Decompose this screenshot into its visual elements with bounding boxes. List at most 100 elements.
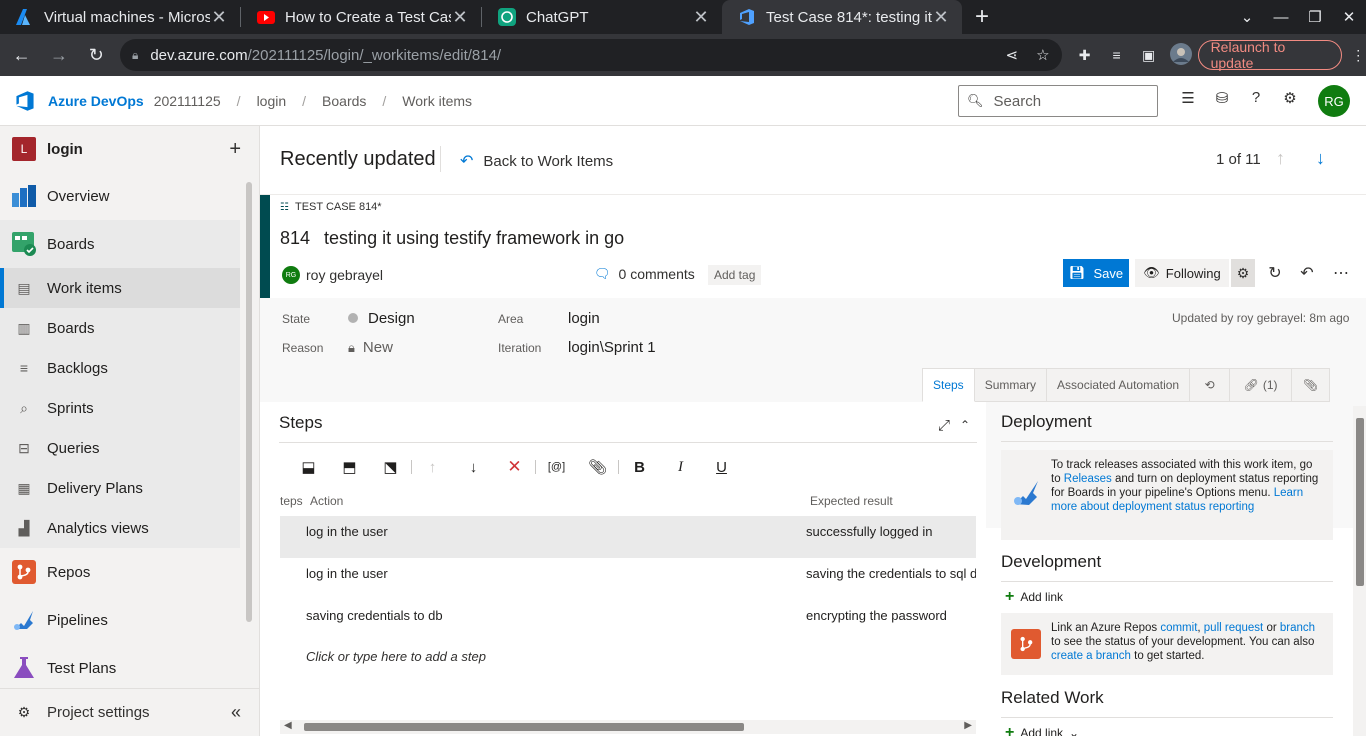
step-action[interactable]: log in the user: [306, 566, 388, 581]
close-icon[interactable]: ✕: [692, 7, 710, 28]
insert-step-icon[interactable]: ⬓: [288, 458, 329, 476]
star-icon[interactable]: ☆: [1036, 46, 1049, 64]
nav-item-work-items[interactable]: ▤ Work items: [0, 268, 240, 308]
browser-tab[interactable]: ChatGPT ✕: [482, 0, 722, 34]
breadcrumb-work-items[interactable]: Work items: [402, 93, 472, 109]
assigned-to[interactable]: RG roy gebrayel: [282, 266, 383, 284]
bold-icon[interactable]: B: [619, 459, 660, 476]
task-list-icon[interactable]: ☰: [1178, 89, 1198, 107]
area-value[interactable]: login: [568, 310, 600, 327]
undo-icon[interactable]: ↶: [1297, 263, 1317, 283]
insert-shared-steps-icon[interactable]: ⬒: [329, 458, 370, 476]
updated-by-text[interactable]: Updated by roy gebrayel: 8m ago: [1172, 311, 1349, 325]
marketplace-bag-icon[interactable]: ⛁: [1212, 89, 1232, 107]
new-tab-button[interactable]: +: [962, 0, 1002, 34]
browser-tab[interactable]: Virtual machines - Micros ✕: [0, 0, 240, 34]
create-branch-link[interactable]: create a branch: [1051, 650, 1131, 662]
move-down-icon[interactable]: ↓: [453, 459, 494, 476]
move-up-icon[interactable]: ↑: [412, 459, 453, 476]
browser-tab-active[interactable]: Test Case 814*: testing it u ✕: [722, 0, 962, 34]
insert-parameter-icon[interactable]: [@]: [536, 461, 577, 473]
share-icon[interactable]: ⋖: [1006, 46, 1019, 64]
reload-icon[interactable]: ↻: [81, 39, 112, 71]
step-action[interactable]: saving credentials to db: [306, 608, 443, 623]
delete-step-icon[interactable]: ✕: [494, 457, 535, 477]
scrollbar-thumb[interactable]: [1356, 418, 1364, 586]
branch-link[interactable]: branch: [1280, 622, 1315, 634]
attachment-icon[interactable]: 📎︎: [577, 458, 618, 476]
azure-devops-logo-icon[interactable]: [14, 90, 36, 112]
help-icon[interactable]: ?: [1246, 89, 1266, 107]
scroll-left-icon[interactable]: ◀: [284, 720, 292, 731]
side-panel-icon[interactable]: ▣: [1138, 47, 1160, 64]
brand-name[interactable]: Azure DevOps: [48, 93, 144, 109]
step-expected[interactable]: successfully logged in: [806, 524, 976, 539]
puzzle-icon[interactable]: ✚: [1074, 47, 1096, 64]
arrow-down-icon[interactable]: ↓: [1316, 148, 1325, 169]
table-row[interactable]: log in the user saving the credentials t…: [280, 558, 976, 600]
breadcrumb-boards[interactable]: Boards: [322, 93, 366, 109]
nav-item-boards-sub[interactable]: ▥ Boards: [0, 308, 240, 348]
media-queue-icon[interactable]: ≡: [1106, 47, 1128, 63]
relaunch-button[interactable]: Relaunch to update: [1197, 39, 1343, 71]
address-bar[interactable]: 🔒︎ dev.azure.com/202111125/login/_workit…: [119, 39, 1062, 71]
history-icon[interactable]: ⟲: [1190, 368, 1231, 402]
table-row[interactable]: saving credentials to db encrypting the …: [280, 600, 976, 642]
work-item-title[interactable]: 814 testing it using testify framework in…: [280, 228, 624, 249]
sidebar-scrollbar[interactable]: [246, 182, 252, 622]
attachment-icon[interactable]: 📎︎: [1292, 368, 1331, 402]
tab-associated-automation[interactable]: Associated Automation: [1047, 368, 1191, 402]
tab-summary[interactable]: Summary: [974, 368, 1048, 402]
state-field[interactable]: Design: [348, 310, 415, 327]
profile-avatar-icon[interactable]: [1169, 42, 1192, 68]
close-icon[interactable]: ✕: [210, 7, 228, 28]
collapse-nav-icon[interactable]: «: [231, 702, 241, 723]
comments-link[interactable]: 🗨︎ 0 comments: [594, 266, 695, 282]
forward-arrow-icon[interactable]: →: [43, 39, 74, 71]
step-expected[interactable]: encrypting the password: [806, 608, 976, 623]
vertical-scrollbar[interactable]: [1353, 406, 1366, 736]
nav-item-analytics-views[interactable]: ▟ Analytics views: [0, 508, 240, 548]
breadcrumb-org[interactable]: 202111125: [154, 93, 221, 109]
scroll-right-icon[interactable]: ▶: [964, 720, 972, 731]
back-arrow-icon[interactable]: ←: [6, 39, 37, 71]
expand-icon[interactable]: ⤢: [938, 417, 950, 434]
refresh-icon[interactable]: ↻: [1265, 263, 1285, 283]
avatar[interactable]: RG: [1318, 85, 1350, 117]
chevron-down-icon[interactable]: ⌄: [1230, 8, 1264, 26]
project-header[interactable]: L login +: [0, 126, 259, 172]
nav-item-sprints[interactable]: ⌕ Sprints: [0, 388, 240, 428]
nav-item-boards[interactable]: Boards: [0, 220, 240, 268]
horizontal-scrollbar[interactable]: ◀ ▶: [280, 720, 976, 734]
project-settings[interactable]: ⚙ Project settings «: [0, 688, 259, 736]
nav-item-backlogs[interactable]: ≡ Backlogs: [0, 348, 240, 388]
commit-link[interactable]: commit: [1160, 622, 1197, 634]
table-row[interactable]: log in the user successfully logged in: [280, 516, 976, 558]
minimize-icon[interactable]: —: [1264, 9, 1298, 26]
chevron-up-icon[interactable]: ⌃: [960, 418, 970, 432]
nav-item-test-plans[interactable]: Test Plans: [0, 644, 240, 692]
reason-field[interactable]: 🔒︎ New: [348, 339, 393, 356]
nav-item-delivery-plans[interactable]: ▦ Delivery Plans: [0, 468, 240, 508]
following-button[interactable]: 👁︎ Following: [1135, 259, 1229, 287]
browser-tab[interactable]: How to Create a Test Case ✕: [241, 0, 481, 34]
related-add-link-button[interactable]: + Add link ⌄: [1005, 724, 1079, 736]
search-input[interactable]: 🔍︎ Search: [958, 85, 1158, 117]
italic-icon[interactable]: I: [660, 459, 701, 476]
breadcrumb-project[interactable]: login: [257, 93, 287, 109]
close-icon[interactable]: ✕: [932, 7, 950, 28]
releases-link[interactable]: Releases: [1064, 473, 1112, 485]
more-actions-icon[interactable]: ⋯: [1331, 263, 1351, 283]
close-window-icon[interactable]: ✕: [1332, 8, 1366, 26]
add-link-button[interactable]: + Add link: [1005, 588, 1063, 606]
gear-icon[interactable]: ⚙: [1231, 259, 1255, 287]
close-icon[interactable]: ✕: [451, 7, 469, 28]
maximize-icon[interactable]: ❐: [1298, 8, 1332, 26]
tab-steps[interactable]: Steps: [922, 368, 975, 402]
save-button[interactable]: 💾︎ Save: [1063, 259, 1129, 287]
back-to-work-items-link[interactable]: ↶ Back to Work Items: [460, 151, 613, 171]
add-step-placeholder[interactable]: Click or type here to add a step: [306, 649, 486, 664]
tab-links[interactable]: 🔗︎ (1): [1230, 368, 1293, 402]
nav-item-pipelines[interactable]: Pipelines: [0, 596, 240, 644]
user-settings-icon[interactable]: ⚙: [1280, 89, 1300, 107]
